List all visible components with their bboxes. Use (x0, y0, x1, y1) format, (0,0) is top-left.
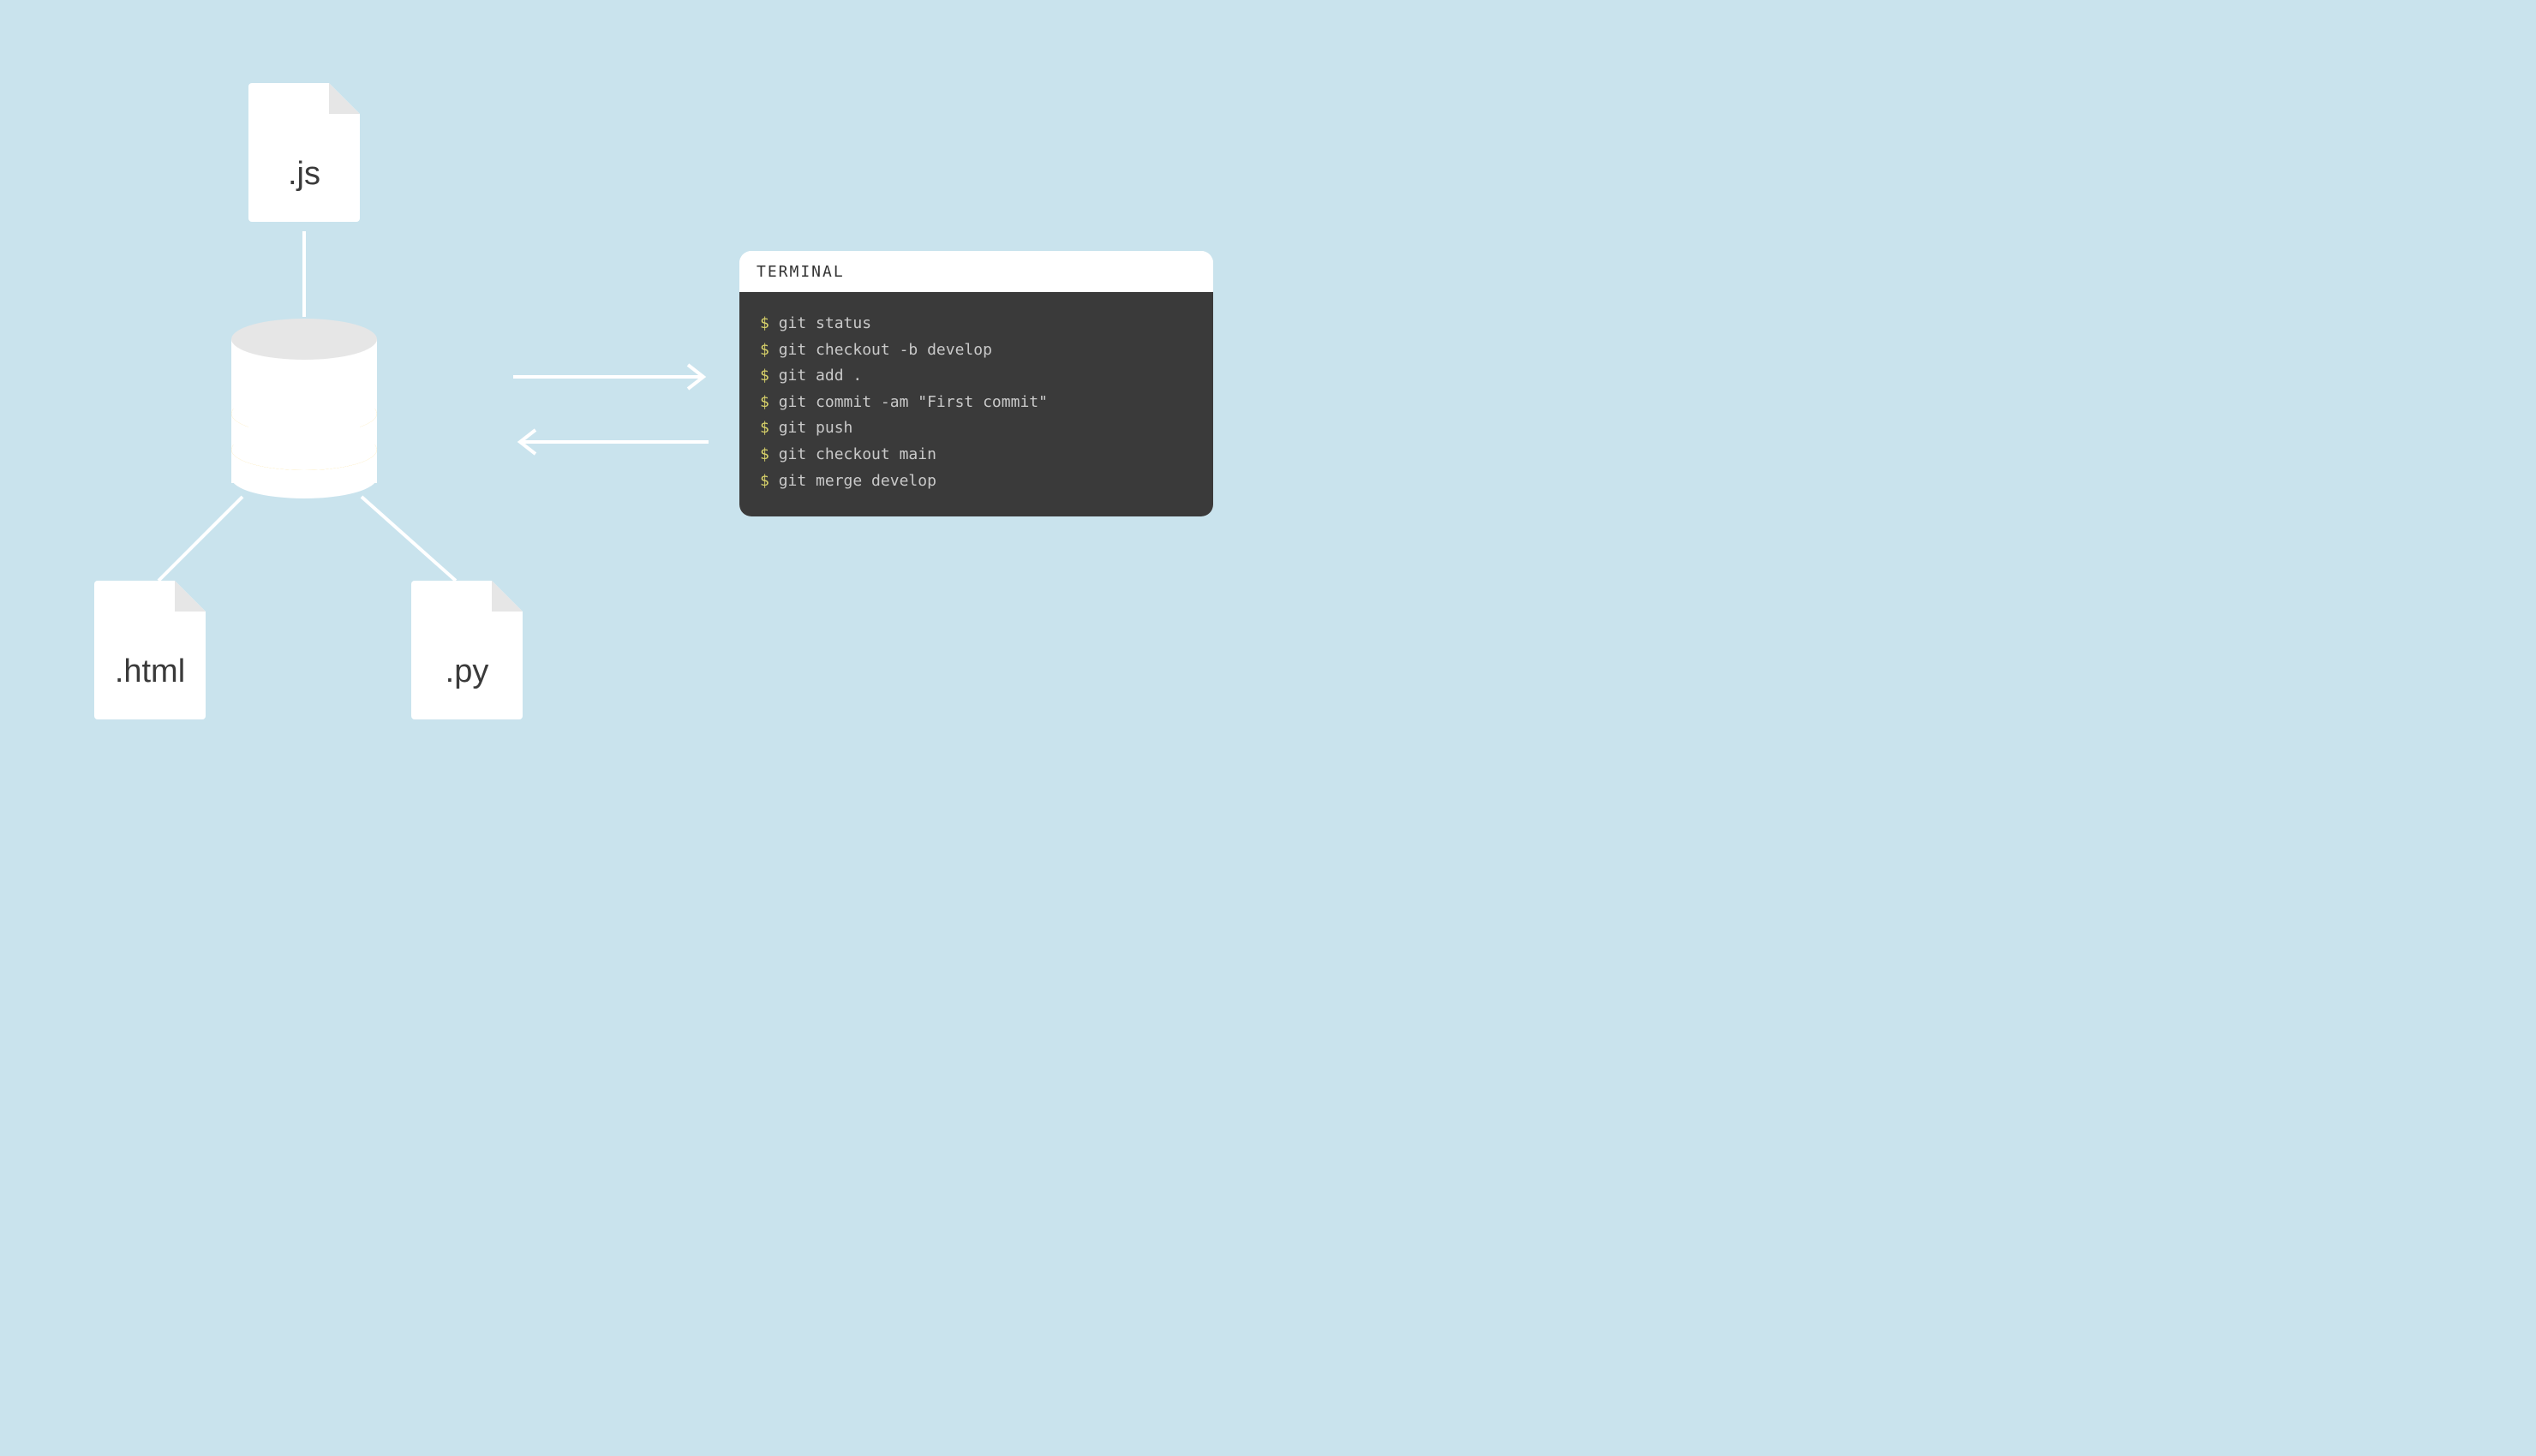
terminal-prompt: $ (760, 341, 779, 359)
terminal-line: $ git checkout -b develop (760, 337, 1193, 364)
terminal-title: TERMINAL (757, 263, 845, 281)
terminal-command: git status (779, 314, 871, 332)
terminal-line: $ git status (760, 311, 1193, 337)
terminal-line: $ git push (760, 415, 1193, 442)
diagram-canvas: .js .html .py (0, 0, 1333, 767)
terminal-command: git add . (779, 367, 863, 385)
file-label: .js (248, 156, 360, 193)
file-html: .html (94, 581, 206, 719)
terminal-prompt: $ (760, 393, 779, 411)
terminal-prompt: $ (760, 472, 779, 490)
connector-db-py (351, 488, 480, 591)
terminal-window: TERMINAL $ git status$ git checkout -b d… (739, 251, 1213, 516)
terminal-prompt: $ (760, 367, 779, 385)
terminal-line: $ git add . (760, 363, 1193, 390)
terminal-command: git push (779, 419, 853, 437)
arrow-right-icon (510, 360, 715, 394)
db-top (231, 319, 377, 360)
file-label: .py (411, 653, 523, 690)
connector-db-html (133, 488, 253, 591)
terminal-line: $ git merge develop (760, 468, 1193, 495)
terminal-line: $ git checkout main (760, 442, 1193, 468)
terminal-line: $ git commit -am "First commit" (760, 390, 1193, 416)
terminal-command: git checkout main (779, 445, 936, 463)
file-py: .py (411, 581, 523, 719)
db-ring-2-cover (231, 429, 377, 470)
terminal-content: $ git status$ git checkout -b develop$ g… (739, 292, 1213, 516)
terminal-command: git commit -am "First commit" (779, 393, 1048, 411)
terminal-command: git checkout -b develop (779, 341, 992, 359)
file-label: .html (94, 653, 206, 690)
terminal-prompt: $ (760, 445, 779, 463)
file-js: .js (248, 83, 360, 222)
database-icon (231, 319, 377, 498)
terminal-prompt: $ (760, 419, 779, 437)
terminal-titlebar: TERMINAL (739, 251, 1213, 292)
arrow-left-icon (510, 425, 715, 459)
terminal-prompt: $ (760, 314, 779, 332)
connector-js-db (302, 231, 306, 317)
terminal-command: git merge develop (779, 472, 936, 490)
